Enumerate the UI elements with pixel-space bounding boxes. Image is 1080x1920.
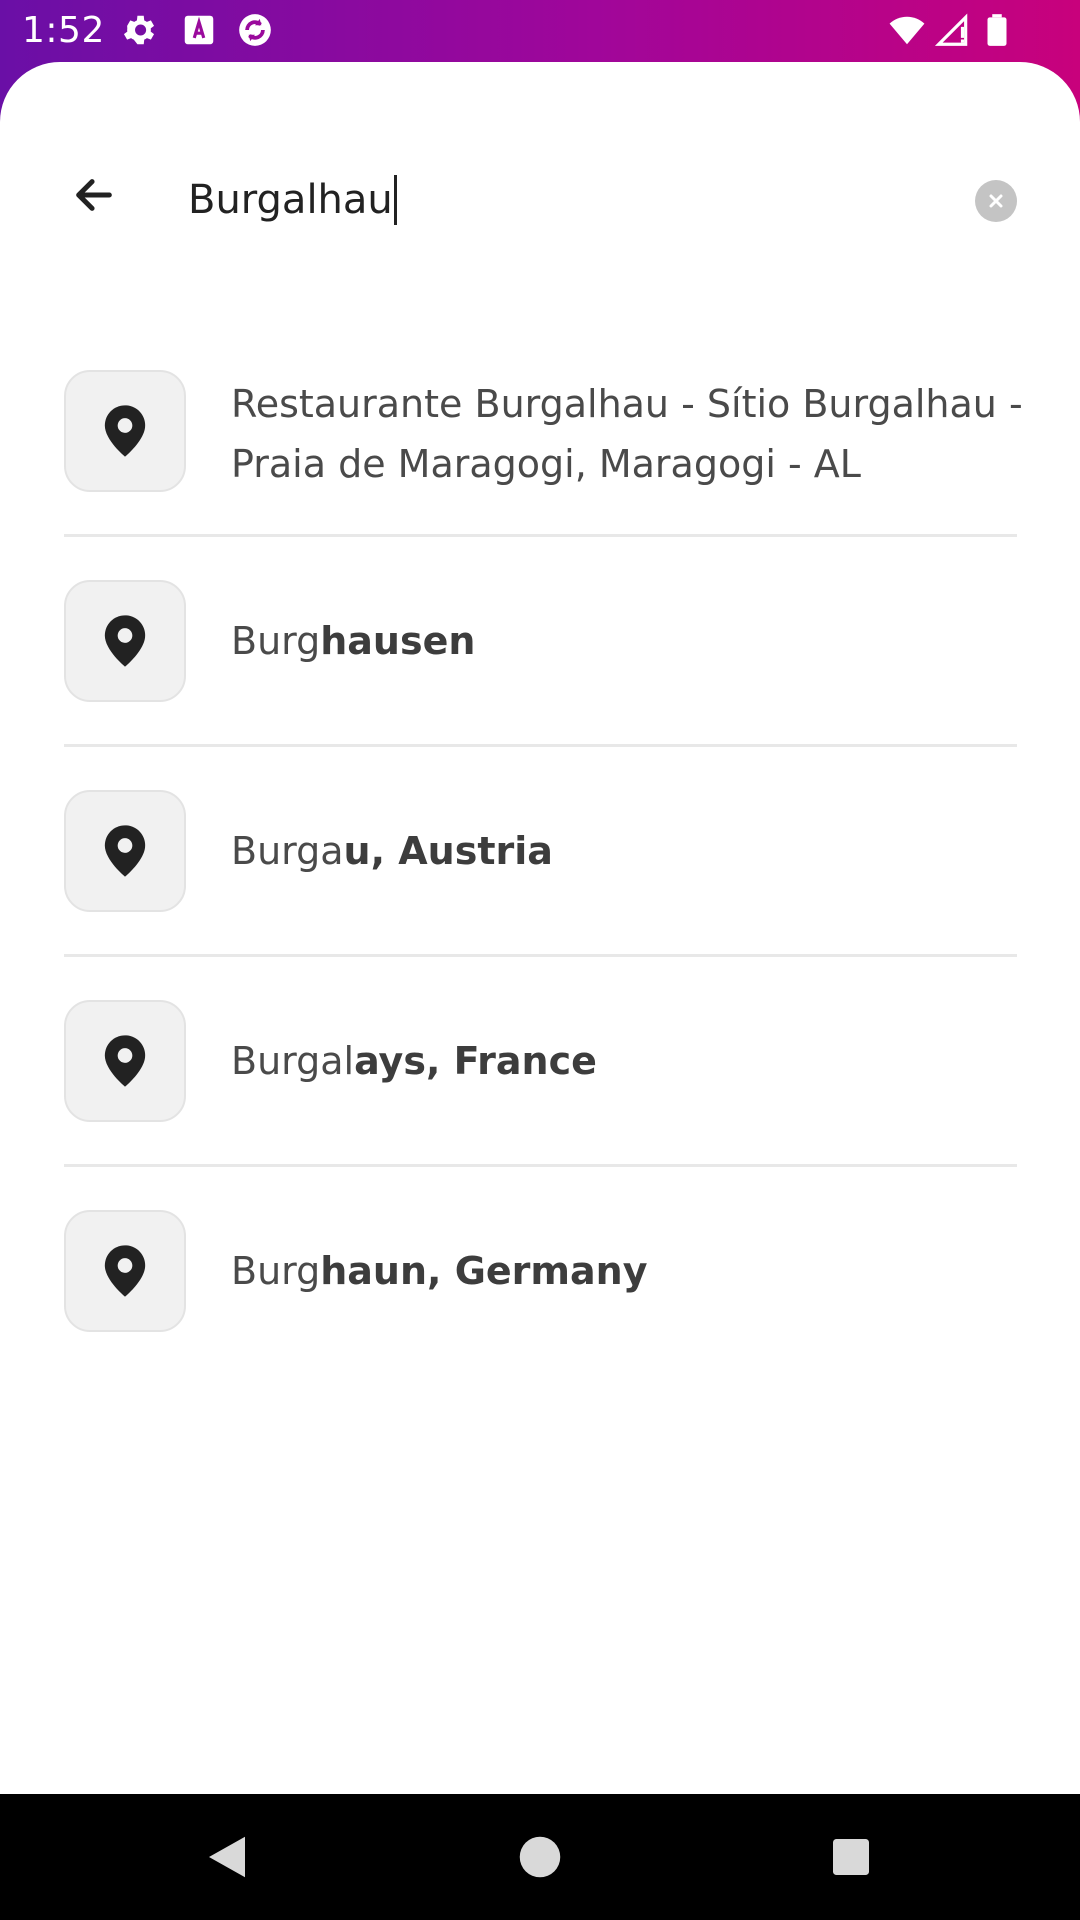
nav-recents-button[interactable] xyxy=(824,1830,878,1884)
result-line-1: Restaurante Burgalhau - Sítio Burgalhau … xyxy=(231,382,1023,426)
back-button[interactable] xyxy=(64,165,124,225)
location-pin-icon xyxy=(104,615,146,667)
pin-tile xyxy=(64,580,186,702)
sync-icon xyxy=(236,11,274,49)
nav-home-button[interactable] xyxy=(513,1830,567,1884)
wifi-icon xyxy=(888,11,926,49)
list-item[interactable]: Burghausen xyxy=(0,538,1080,746)
result-title-match: Burg xyxy=(231,619,321,663)
location-pin-icon xyxy=(104,405,146,457)
result-title-match: Burg xyxy=(231,1249,321,1293)
signal-icon xyxy=(934,11,972,49)
list-item[interactable]: Restaurante Burgalhau - Sítio Burgalhau … xyxy=(0,352,1080,536)
list-item[interactable]: Burgalays, France xyxy=(0,958,1080,1166)
result-title-rest: hausen xyxy=(320,619,476,663)
battery-icon xyxy=(978,11,1016,49)
result-title-rest: ays, France xyxy=(354,1039,597,1083)
result-title-match: Burgal xyxy=(231,1039,355,1083)
home-circle-icon xyxy=(519,1836,561,1878)
arrow-left-icon xyxy=(76,179,112,211)
location-pin-icon xyxy=(104,1245,146,1297)
pin-tile xyxy=(64,1000,186,1122)
divider xyxy=(64,954,1017,957)
result-title: Burgau, Austria xyxy=(231,821,1031,881)
divider xyxy=(64,1164,1017,1167)
result-title: Burgalays, France xyxy=(231,1031,1031,1091)
settings-icon xyxy=(120,11,158,49)
result-title-match: Burga xyxy=(231,829,344,873)
divider xyxy=(64,534,1017,537)
status-time: 1:52 xyxy=(22,10,105,51)
result-line-2: Praia de Maragogi, Maragogi - AL xyxy=(231,442,861,486)
list-item[interactable]: Burgau, Austria xyxy=(0,748,1080,956)
pin-tile xyxy=(64,1210,186,1332)
result-title: Restaurante Burgalhau - Sítio Burgalhau … xyxy=(231,374,1031,494)
result-title: Burghaun, Germany xyxy=(231,1241,1031,1301)
back-triangle-icon xyxy=(209,1836,245,1878)
result-title: Burghausen xyxy=(231,611,1031,671)
clear-search-button[interactable] xyxy=(975,180,1017,222)
divider xyxy=(64,744,1017,747)
keyboard-a-icon xyxy=(180,11,218,49)
pin-tile xyxy=(64,790,186,912)
recents-square-icon xyxy=(833,1839,869,1875)
result-title-rest: u, Austria xyxy=(343,829,553,873)
location-pin-icon xyxy=(104,825,146,877)
pin-tile xyxy=(64,370,186,492)
close-icon xyxy=(989,194,1003,208)
navigation-bar xyxy=(0,1794,1080,1920)
status-bar: 1:52 xyxy=(0,0,1080,62)
nav-back-button[interactable] xyxy=(200,1830,254,1884)
location-pin-icon xyxy=(104,1035,146,1087)
list-item[interactable]: Burghaun, Germany xyxy=(0,1168,1080,1376)
result-title-rest: haun, Germany xyxy=(320,1249,648,1293)
